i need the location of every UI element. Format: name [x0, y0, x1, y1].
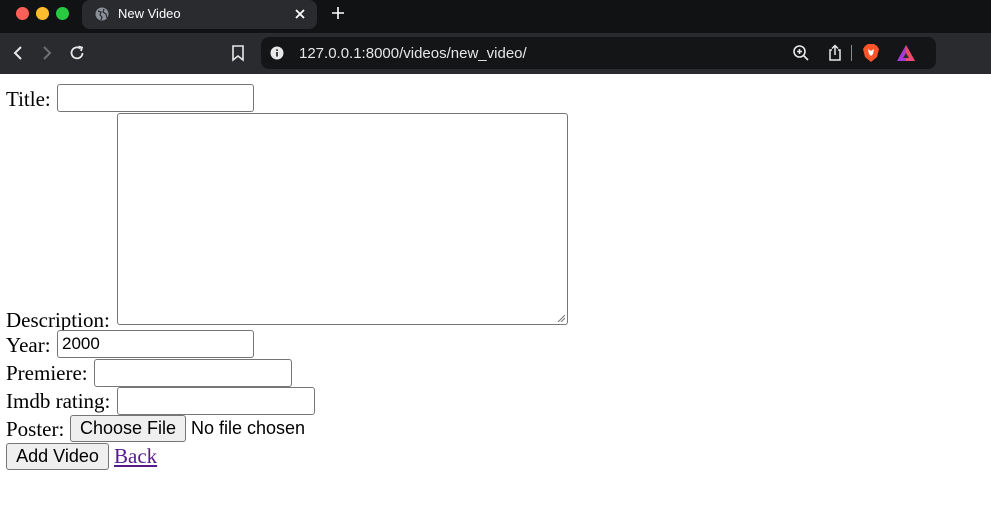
browser-toolbar: 127.0.0.1:8000/videos/new_video/	[0, 33, 991, 74]
reload-icon[interactable]	[68, 44, 86, 62]
share-icon[interactable]	[827, 44, 843, 62]
tab-title: New Video	[118, 6, 181, 21]
imdb-rating-input[interactable]	[117, 387, 315, 415]
back-link[interactable]: Back	[114, 444, 157, 469]
address-bar-divider	[851, 45, 852, 61]
info-icon[interactable]	[270, 46, 284, 60]
description-textarea[interactable]	[117, 113, 568, 325]
back-arrow-icon[interactable]	[10, 45, 26, 61]
year-input[interactable]: 2000	[57, 330, 254, 358]
globe-icon	[95, 7, 109, 21]
url-text: 127.0.0.1:8000/videos/new_video/	[299, 45, 527, 62]
plus-icon[interactable]	[330, 5, 346, 21]
active-tab[interactable]: New Video	[82, 0, 317, 29]
close-icon[interactable]	[292, 6, 308, 22]
brave-shield-icon[interactable]	[862, 43, 880, 63]
address-bar[interactable]: 127.0.0.1:8000/videos/new_video/	[261, 37, 936, 69]
zoom-icon[interactable]	[792, 44, 810, 62]
tab-strip: New Video	[0, 0, 991, 33]
no-file-chosen-text: No file chosen	[191, 418, 306, 438]
year-label: Year:	[6, 333, 51, 357]
poster-label: Poster:	[6, 417, 65, 441]
bookmark-icon[interactable]	[230, 44, 246, 62]
description-label: Description:	[6, 308, 110, 332]
premiere-label: Premiere:	[6, 361, 88, 385]
window-minimize-button[interactable]	[36, 7, 49, 20]
window-maximize-button[interactable]	[56, 7, 69, 20]
forward-arrow-icon[interactable]	[39, 45, 55, 61]
window-close-button[interactable]	[16, 7, 29, 20]
brave-rewards-icon[interactable]	[896, 44, 916, 62]
page-content: Title: Description: Year: 2000 Premiere:…	[0, 74, 991, 528]
add-video-button[interactable]: Add Video	[6, 443, 109, 470]
choose-file-button[interactable]: Choose File	[70, 415, 186, 442]
resize-grip-icon[interactable]	[557, 314, 565, 322]
premiere-input[interactable]	[94, 359, 292, 387]
imdb-rating-label: Imdb rating:	[6, 389, 111, 413]
title-label: Title:	[6, 87, 51, 111]
title-input[interactable]	[57, 84, 254, 112]
